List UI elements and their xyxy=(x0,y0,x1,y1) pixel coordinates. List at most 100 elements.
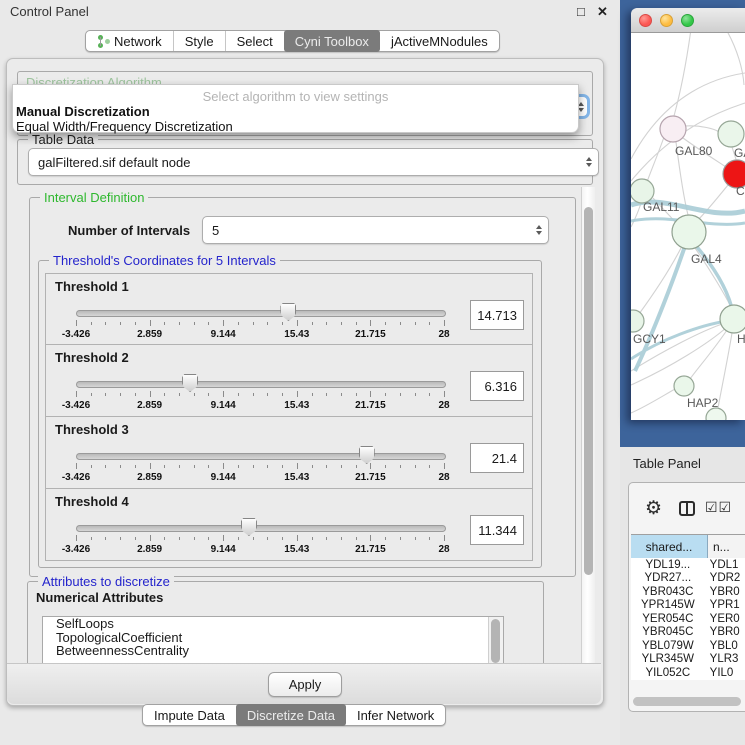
slider-thumb[interactable] xyxy=(241,518,257,536)
settings-scroll-viewport: Interval Definition Number of Intervals … xyxy=(17,187,595,664)
threshold-panel: Threshold 3 -3.4262.8599.14415.4321.7152… xyxy=(45,417,533,489)
slider-track[interactable] xyxy=(76,381,446,388)
slider-thumb[interactable] xyxy=(359,446,375,464)
tick-mark xyxy=(297,320,298,326)
threshold-slider[interactable]: -3.4262.8599.14415.4321.71528 xyxy=(76,378,444,408)
table-row[interactable]: YBL079WYBL0 xyxy=(631,639,745,653)
attribute-list-item[interactable]: BetweennessCentrality xyxy=(43,644,503,658)
tick-mark xyxy=(370,391,371,397)
tick-mark xyxy=(282,465,283,468)
threshold-panel: Threshold 2 -3.4262.8599.14415.4321.7152… xyxy=(45,345,533,417)
threshold-label: Threshold 3 xyxy=(55,422,129,437)
threshold-value-field[interactable]: 6.316 xyxy=(470,371,524,401)
number-of-intervals-combobox[interactable]: 5 xyxy=(202,216,549,244)
tick-mark xyxy=(223,320,224,326)
tick-mark xyxy=(120,537,121,540)
scale-label: -3.426 xyxy=(62,472,90,483)
tick-mark xyxy=(208,537,209,540)
table-cell: YDR27... xyxy=(631,572,705,584)
tab-cyni-toolbox[interactable]: Cyni Toolbox xyxy=(284,30,380,52)
algorithm-option[interactable]: Equal Width/Frequency Discretization xyxy=(14,119,577,134)
tab-jactivemnodules[interactable]: jActiveMNodules xyxy=(380,31,499,51)
gear-icon[interactable]: ⚙ xyxy=(645,497,662,520)
numerical-attributes-list[interactable]: SelfLoopsTopologicalCoefficientBetweenne… xyxy=(42,616,504,664)
tab-network[interactable]: Network xyxy=(86,31,173,51)
tick-mark xyxy=(429,465,430,468)
table-row[interactable]: YBR045CYBR0 xyxy=(631,626,745,640)
tick-mark xyxy=(429,393,430,396)
scale-label: 28 xyxy=(438,544,449,555)
tab-discretize-data[interactable]: Discretize Data xyxy=(236,704,346,726)
threshold-slider[interactable]: -3.4262.8599.14415.4321.71528 xyxy=(76,522,444,552)
attribute-list-item[interactable]: SelfLoops xyxy=(43,617,503,631)
threshold-value-field[interactable]: 21.4 xyxy=(470,443,524,473)
tick-mark xyxy=(370,320,371,326)
table-row[interactable]: YDR27...YDR2 xyxy=(631,572,745,586)
close-panel-icon[interactable]: ✕ xyxy=(597,4,608,20)
scale-label: 2.859 xyxy=(137,544,162,555)
apply-button[interactable]: Apply xyxy=(268,672,342,697)
list-scrollbar-thumb[interactable] xyxy=(491,619,500,663)
close-traffic-icon[interactable] xyxy=(639,14,652,27)
float-window-icon[interactable]: □ xyxy=(577,4,585,19)
tab-infer-network[interactable]: Infer Network xyxy=(346,705,445,725)
viewport-scrollbar-thumb[interactable] xyxy=(584,207,593,575)
scale-label: -3.426 xyxy=(62,544,90,555)
table-row[interactable]: YBR043CYBR0 xyxy=(631,585,745,599)
network-canvas[interactable]: GAL80 GA GAL11 C GAL4 GCY1 H HAP2 xyxy=(631,33,745,420)
tick-mark xyxy=(238,537,239,540)
interval-definition-group: Interval Definition Number of Intervals … xyxy=(29,197,576,577)
columns-icon[interactable] xyxy=(679,501,695,516)
tick-mark xyxy=(429,322,430,325)
node-label: C xyxy=(736,184,745,198)
table-cell: YIL0 xyxy=(705,667,745,679)
tab-impute-data[interactable]: Impute Data xyxy=(143,705,236,725)
tick-mark xyxy=(150,391,151,397)
tick-mark xyxy=(400,393,401,396)
slider-thumb[interactable] xyxy=(280,303,296,321)
table-cell: YLR345W xyxy=(631,653,705,665)
tick-mark xyxy=(91,322,92,325)
tick-mark xyxy=(385,322,386,325)
viewport-scrollbar[interactable] xyxy=(581,187,595,664)
slider-thumb[interactable] xyxy=(182,374,198,392)
tab-select[interactable]: Select xyxy=(225,31,284,51)
tick-mark xyxy=(444,535,445,541)
tick-mark xyxy=(135,465,136,468)
slider-track[interactable] xyxy=(76,525,446,532)
table-data-combobox[interactable]: galFiltered.sif default node xyxy=(28,148,599,176)
tick-mark xyxy=(326,393,327,396)
checkbox-icons[interactable]: ☑☑ xyxy=(705,499,732,516)
threshold-value-field[interactable]: 14.713 xyxy=(470,300,524,330)
node-label: H xyxy=(737,332,745,346)
column-header-shared-name[interactable]: shared... xyxy=(631,535,708,558)
algorithm-option[interactable]: Manual Discretization xyxy=(14,104,577,119)
threshold-slider[interactable]: -3.4262.8599.14415.4321.71528 xyxy=(76,307,444,337)
network-icon xyxy=(97,35,109,48)
horizontal-scrollbar-thumb[interactable] xyxy=(633,697,741,706)
column-header-name[interactable]: n... xyxy=(708,535,745,558)
list-scrollbar[interactable] xyxy=(488,617,503,664)
slider-track[interactable] xyxy=(76,453,446,460)
threshold-value-field[interactable]: 11.344 xyxy=(470,515,524,545)
attribute-list-item[interactable]: TopologicalCoefficient xyxy=(43,631,503,645)
table-data-value: galFiltered.sif default node xyxy=(38,155,190,170)
tick-mark xyxy=(297,535,298,541)
tab-style[interactable]: Style xyxy=(173,31,225,51)
network-window-titlebar[interactable] xyxy=(631,8,745,33)
panel-title: Control Panel xyxy=(10,4,89,19)
table-row[interactable]: YER054CYER0 xyxy=(631,612,745,626)
slider-track[interactable] xyxy=(76,310,446,317)
table-rows: YDL19...YDL1YDR27...YDR2YBR043CYBR0YPR14… xyxy=(631,558,745,680)
table-row[interactable]: YLR345WYLR3 xyxy=(631,653,745,667)
tick-mark xyxy=(150,320,151,326)
tick-mark xyxy=(415,393,416,396)
table-cell: YBR0 xyxy=(705,586,745,598)
tick-mark xyxy=(356,465,357,468)
table-row[interactable]: YDL19...YDL1 xyxy=(631,558,745,572)
threshold-slider[interactable]: -3.4262.8599.14415.4321.71528 xyxy=(76,450,444,480)
zoom-traffic-icon[interactable] xyxy=(681,14,694,27)
table-row[interactable]: YIL052CYIL0 xyxy=(631,666,745,680)
minimize-traffic-icon[interactable] xyxy=(660,14,673,27)
table-row[interactable]: YPR145WYPR1 xyxy=(631,599,745,613)
